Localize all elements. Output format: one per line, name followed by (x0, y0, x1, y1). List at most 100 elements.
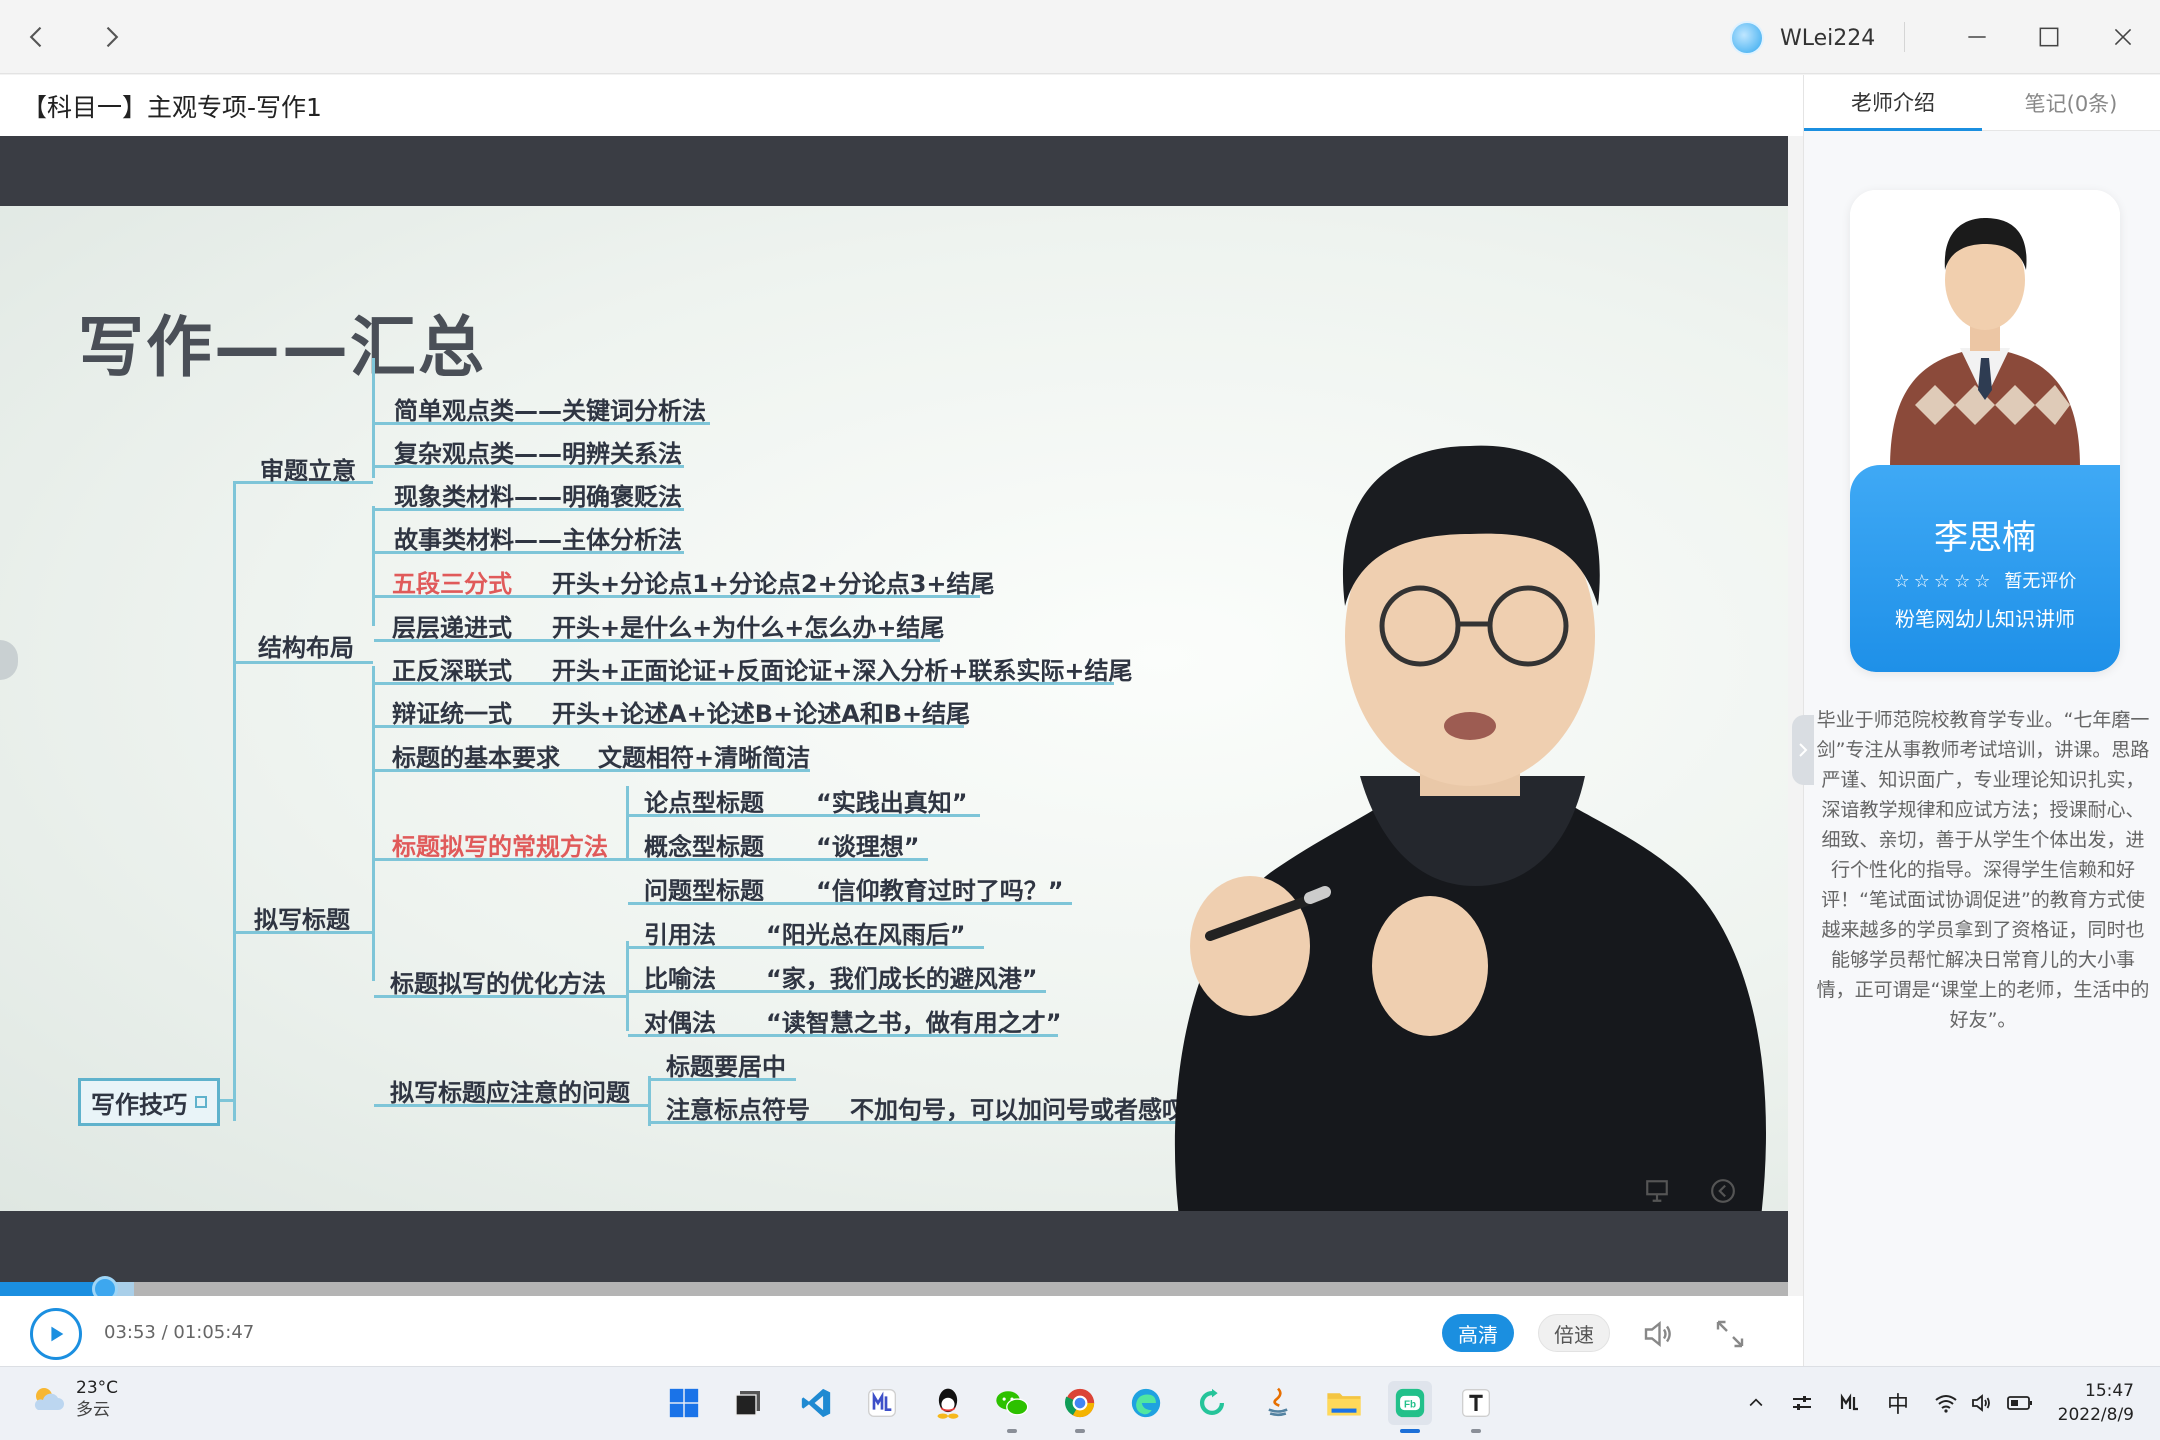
tab-teacher-intro[interactable]: 老师介绍 (1804, 75, 1982, 131)
mindmap-node: 标题拟写的常规方法 (392, 833, 608, 861)
task-view-icon (735, 1391, 760, 1416)
start-icon (669, 1388, 699, 1418)
svg-text:Fb: Fb (1404, 1399, 1416, 1410)
progress-fill (0, 1282, 106, 1296)
chevron-right-icon (106, 26, 119, 48)
user-menu[interactable]: WLei224 (1730, 18, 1875, 58)
fullscreen-icon[interactable] (1712, 1316, 1748, 1352)
previous-slide-icon[interactable] (1710, 1178, 1736, 1204)
taskbar-app-vscode[interactable] (794, 1381, 838, 1425)
maximize-button[interactable] (2024, 14, 2074, 60)
taskbar-app-fenbi[interactable]: Fb (1388, 1381, 1432, 1433)
speed-button[interactable]: 倍速 (1538, 1314, 1610, 1352)
mindmap-line (374, 595, 980, 598)
wifi-status[interactable] (1930, 1387, 1962, 1419)
active-indicator (1400, 1429, 1420, 1433)
chevron-left-icon (29, 26, 42, 48)
time-display: 03:53 / 01:05:47 (104, 1322, 254, 1343)
forward-button[interactable] (88, 14, 134, 60)
taskbar-app-typora[interactable] (1454, 1381, 1498, 1433)
mindmap-node: 正反深联式 (392, 657, 512, 685)
title-bar: WLei224 (0, 0, 2160, 74)
tab-notes[interactable]: 笔记(0条) (1982, 75, 2160, 131)
system-clock[interactable]: 15:47 2022/8/9 (2054, 1379, 2134, 1427)
collapse-panel-button[interactable] (1792, 715, 1814, 785)
tray-item[interactable] (1786, 1387, 1818, 1419)
wifi-icon (1935, 1395, 1957, 1413)
battery-status[interactable] (2004, 1387, 2036, 1419)
mindmap-tray-icon (1840, 1393, 1858, 1411)
teacher-rating: ☆☆☆☆☆ 暂无评价 (1850, 567, 2120, 593)
teacher-card: 李思楠 ☆☆☆☆☆ 暂无评价 粉笔网幼儿知识讲师 (1850, 190, 2120, 672)
current-time: 03:53 (104, 1322, 156, 1343)
mindmap-node: “读智慧之书，做有用之才” (766, 1009, 1062, 1037)
taskbar-app-java[interactable] (1256, 1381, 1300, 1425)
video-player[interactable]: 写作——汇总 审题立意 结构布局 拟写标题 简单观点类——关键词分析法 复杂观点… (0, 136, 1788, 1282)
mindmap-node: “谈理想” (816, 833, 920, 861)
java-icon (1268, 1387, 1288, 1417)
mindmap-line (628, 990, 1046, 993)
mindmap-line (374, 995, 628, 998)
mindmap-line (374, 551, 684, 554)
time-separator: / (155, 1322, 174, 1343)
taskbar-app-wechat[interactable] (990, 1381, 1034, 1433)
quality-button[interactable]: 高清 (1442, 1314, 1514, 1352)
divider (1904, 22, 1905, 52)
weather-condition: 多云 (76, 1400, 110, 1420)
play-button[interactable] (30, 1308, 82, 1360)
clock-time: 15:47 (2085, 1381, 2134, 1401)
mindmap-node: 论点型标题 (644, 789, 764, 817)
mindmap-line (374, 465, 684, 468)
settings-sliders-icon (1793, 1396, 1811, 1410)
mindmap-node: “信仰教育过时了吗？” (816, 877, 1064, 905)
mindmap-node: 现象类材料——明确褒贬法 (394, 483, 682, 511)
tray-overflow-button[interactable] (1740, 1387, 1772, 1419)
mindmap-connector (626, 941, 629, 1031)
chevron-up-icon (1749, 1398, 1763, 1407)
mindmap-node: 开头+正面论证+反面论证+深入分析+联系实际+结尾 (552, 657, 1133, 685)
clock-date: 2022/8/9 (2057, 1405, 2134, 1425)
course-header: 【科目一】主观专项-写作1 (0, 75, 1803, 136)
mindmap-line (374, 769, 810, 772)
mindmap-line (628, 858, 928, 861)
mindmap-node: 标题要居中 (666, 1053, 786, 1081)
rating-stars: ☆☆☆☆☆ (1893, 571, 1995, 592)
mindmap-node: 层层递进式 (392, 614, 512, 642)
mindmap-connector (626, 786, 629, 861)
mindmap-node: 标题拟写的优化方法 (390, 970, 606, 998)
mindmap-line (374, 1104, 650, 1107)
taskbar-app-chrome[interactable] (1058, 1381, 1102, 1433)
player-controls: 03:53 / 01:05:47 高清 倍速 (0, 1296, 1803, 1366)
mindmap-node: 拟写标题应注意的问题 (390, 1079, 630, 1107)
mindmap-line (374, 858, 628, 861)
presenter-figure (1174, 445, 1766, 1211)
progress-bar[interactable] (0, 1276, 1788, 1302)
mindmap-node: 辩证统一式 (392, 700, 512, 728)
start-button[interactable] (662, 1381, 706, 1425)
battery-icon (2007, 1396, 2032, 1410)
mindmap-node: 引用法 (644, 921, 716, 949)
teacher-panel: 老师介绍 笔记(0条) 李思楠 ☆☆☆☆☆ 暂无评价 粉笔网幼儿知识讲师 毕业于师… (1792, 75, 2160, 1366)
taskbar-app-sync[interactable] (1190, 1381, 1234, 1425)
tray-item[interactable] (1834, 1387, 1866, 1419)
close-button[interactable] (2098, 14, 2148, 60)
video-frame[interactable]: 写作——汇总 审题立意 结构布局 拟写标题 简单观点类——关键词分析法 复杂观点… (0, 206, 1788, 1211)
taskbar-app-explorer[interactable] (1322, 1381, 1366, 1425)
volume-icon[interactable] (1640, 1316, 1676, 1352)
running-indicator (1007, 1429, 1017, 1433)
presentation-icon[interactable] (1644, 1178, 1670, 1204)
taskbar-app-qq[interactable] (926, 1381, 970, 1425)
back-button[interactable] (14, 14, 60, 60)
taskbar-app-edge[interactable] (1124, 1381, 1168, 1425)
volume-status[interactable] (1966, 1387, 1998, 1419)
mindmap-node: 五段三分式 (392, 570, 512, 598)
weather-widget[interactable]: 23°C 多云 (30, 1377, 118, 1421)
mindmap-node: “实践出真知” (816, 789, 968, 817)
minimize-button[interactable] (1952, 14, 2002, 60)
taskbar-app-mindmap[interactable] (860, 1381, 904, 1425)
mindmap-node: 问题型标题 (644, 877, 764, 905)
input-method-indicator[interactable]: 中 (1882, 1387, 1914, 1419)
mindmap-node: 开头+论述A+论述B+论述A和B+结尾 (552, 700, 971, 728)
task-view-button[interactable] (726, 1381, 770, 1425)
mindmap-line (374, 725, 964, 728)
